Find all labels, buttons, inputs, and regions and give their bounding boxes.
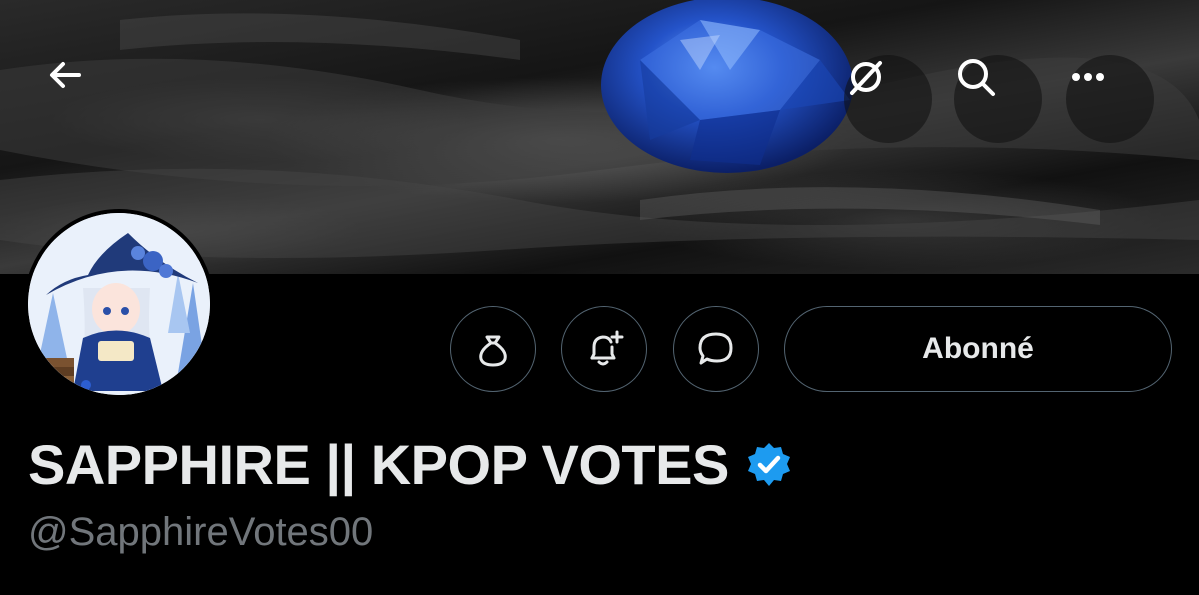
profile-handle: @SapphireVotes00 bbox=[28, 510, 374, 554]
grok-icon bbox=[850, 61, 882, 95]
message-button[interactable] bbox=[673, 306, 759, 392]
notifications-button[interactable] bbox=[561, 306, 647, 392]
tip-button[interactable] bbox=[450, 306, 536, 392]
verified-badge-icon[interactable] bbox=[745, 441, 793, 489]
arrow-left-icon bbox=[50, 62, 81, 88]
profile-name-row: SAPPHIRE || KPOP VOTES bbox=[28, 432, 793, 497]
money-bag-icon bbox=[479, 335, 507, 367]
search-button[interactable] bbox=[954, 55, 1042, 143]
grok-button[interactable] bbox=[844, 55, 932, 143]
sapphire-gem bbox=[601, 0, 853, 173]
message-bubble-icon bbox=[698, 332, 733, 365]
following-button[interactable]: Abonné bbox=[784, 306, 1172, 392]
more-button[interactable] bbox=[1066, 55, 1154, 143]
back-button[interactable] bbox=[45, 55, 133, 143]
avatar-image bbox=[28, 213, 210, 395]
display-name: SAPPHIRE || KPOP VOTES bbox=[28, 433, 729, 496]
search-icon bbox=[958, 59, 995, 96]
bell-plus-icon bbox=[590, 330, 624, 366]
ellipsis-icon bbox=[1072, 73, 1104, 81]
profile-avatar[interactable] bbox=[24, 209, 214, 399]
